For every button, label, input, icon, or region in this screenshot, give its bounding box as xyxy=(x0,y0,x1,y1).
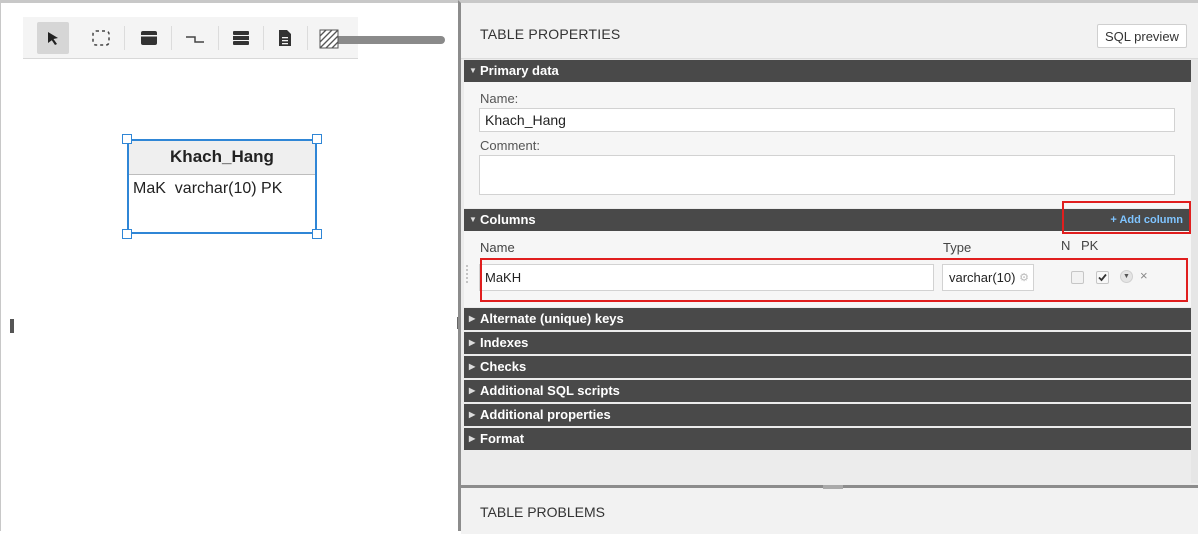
section-primary-data[interactable]: ▼ Primary data xyxy=(464,60,1191,82)
table-name-input[interactable]: Khach_Hang xyxy=(479,108,1175,132)
comment-textarea[interactable] xyxy=(479,155,1175,195)
chevron-right-icon: ▶ xyxy=(469,434,476,443)
primary-data-body: Name: Khach_Hang Comment: xyxy=(464,82,1191,208)
select-pointer-button[interactable] xyxy=(37,22,69,54)
section-sql-scripts[interactable]: ▶ Additional SQL scripts xyxy=(464,380,1191,402)
note-icon xyxy=(279,30,291,46)
section-indexes[interactable]: ▶ Indexes xyxy=(464,332,1191,354)
column-header-name: Name xyxy=(480,240,515,255)
section-label: Indexes xyxy=(480,335,529,350)
column-options-icon[interactable]: ▼ xyxy=(1120,270,1133,283)
sql-preview-button[interactable]: SQL preview xyxy=(1097,24,1187,48)
nullable-checkbox[interactable] xyxy=(1071,271,1084,284)
problems-title: TABLE PROBLEMS xyxy=(480,504,606,520)
section-label: Primary data xyxy=(480,63,559,78)
column-name-input[interactable]: MaKH xyxy=(479,264,934,291)
add-note-button[interactable] xyxy=(269,22,301,54)
section-format[interactable]: ▶ Format xyxy=(464,428,1191,450)
marquee-select-icon xyxy=(92,30,110,46)
section-label: Columns xyxy=(480,212,536,227)
add-table-button[interactable] xyxy=(133,22,165,54)
name-label: Name: xyxy=(480,91,519,106)
column-header-n: N xyxy=(1061,238,1071,253)
primary-key-checkbox[interactable] xyxy=(1096,271,1109,284)
table-problems-panel: TABLE PROBLEMS xyxy=(461,485,1198,534)
chevron-right-icon: ▶ xyxy=(469,338,476,347)
column-header-type: Type xyxy=(943,240,972,255)
section-additional-properties[interactable]: ▶ Additional properties xyxy=(464,404,1191,426)
section-label: Checks xyxy=(480,359,527,374)
chevron-right-icon: ▶ xyxy=(469,314,476,323)
comment-label: Comment: xyxy=(480,138,540,153)
zoom-slider-track[interactable] xyxy=(335,36,445,44)
properties-scrollbar[interactable] xyxy=(1191,59,1198,483)
checkmark-icon xyxy=(1098,273,1107,282)
section-label: Additional SQL scripts xyxy=(480,383,620,398)
chevron-down-icon: ▼ xyxy=(469,66,477,75)
entity-title: Khach_Hang xyxy=(129,141,315,175)
table-icon xyxy=(141,31,157,45)
section-label: Format xyxy=(480,431,525,446)
chevron-right-icon: ▶ xyxy=(469,362,476,371)
left-splitter-grip[interactable] xyxy=(10,319,14,333)
properties-pane: TABLE PROPERTIES SQL preview ▼ Primary d… xyxy=(458,0,1198,534)
list-view-button[interactable] xyxy=(225,22,257,54)
properties-header: TABLE PROPERTIES SQL preview xyxy=(461,3,1198,59)
columns-body: Name Type N PK MaKH varchar(10) ⚙ ▼ × xyxy=(464,231,1191,307)
section-label: Alternate (unique) keys xyxy=(480,311,624,326)
properties-title: TABLE PROPERTIES xyxy=(480,26,621,42)
diagram-toolbar xyxy=(23,17,358,59)
chevron-down-icon: ▼ xyxy=(469,215,477,224)
delete-column-icon[interactable]: × xyxy=(1140,268,1148,283)
list-icon xyxy=(233,31,249,45)
section-alternate-keys[interactable]: ▶ Alternate (unique) keys xyxy=(464,308,1191,330)
relation-icon xyxy=(186,36,204,43)
chevron-right-icon: ▶ xyxy=(469,410,476,419)
add-column-link[interactable]: + Add column xyxy=(1110,209,1183,231)
column-type-input[interactable]: varchar(10) ⚙ xyxy=(942,264,1034,291)
gear-icon[interactable]: ⚙ xyxy=(1019,271,1029,284)
add-relation-button[interactable] xyxy=(179,22,211,54)
drag-grip-icon[interactable] xyxy=(466,265,472,283)
section-checks[interactable]: ▶ Checks xyxy=(464,356,1191,378)
select-pointer-icon xyxy=(48,32,58,45)
resize-handle-bl[interactable] xyxy=(122,229,132,239)
section-label: Additional properties xyxy=(480,407,611,422)
resize-handle-tr[interactable] xyxy=(312,134,322,144)
resize-handle-tl[interactable] xyxy=(122,134,132,144)
problems-resize-grip[interactable] xyxy=(823,485,843,489)
section-columns[interactable]: ▼ Columns + Add column xyxy=(464,209,1191,231)
column-type-value: varchar(10) xyxy=(949,270,1016,285)
hatch-pattern-icon[interactable] xyxy=(319,29,339,49)
column-header-pk: PK xyxy=(1081,238,1099,253)
entity-khach-hang[interactable]: Khach_Hang MaK varchar(10) PK xyxy=(127,139,317,234)
resize-handle-br[interactable] xyxy=(312,229,322,239)
marquee-select-button[interactable] xyxy=(85,22,117,54)
diagram-canvas[interactable]: Khach_Hang MaK varchar(10) PK xyxy=(0,0,458,531)
entity-column-row: MaK varchar(10) PK xyxy=(133,180,283,197)
chevron-right-icon: ▶ xyxy=(469,386,476,395)
